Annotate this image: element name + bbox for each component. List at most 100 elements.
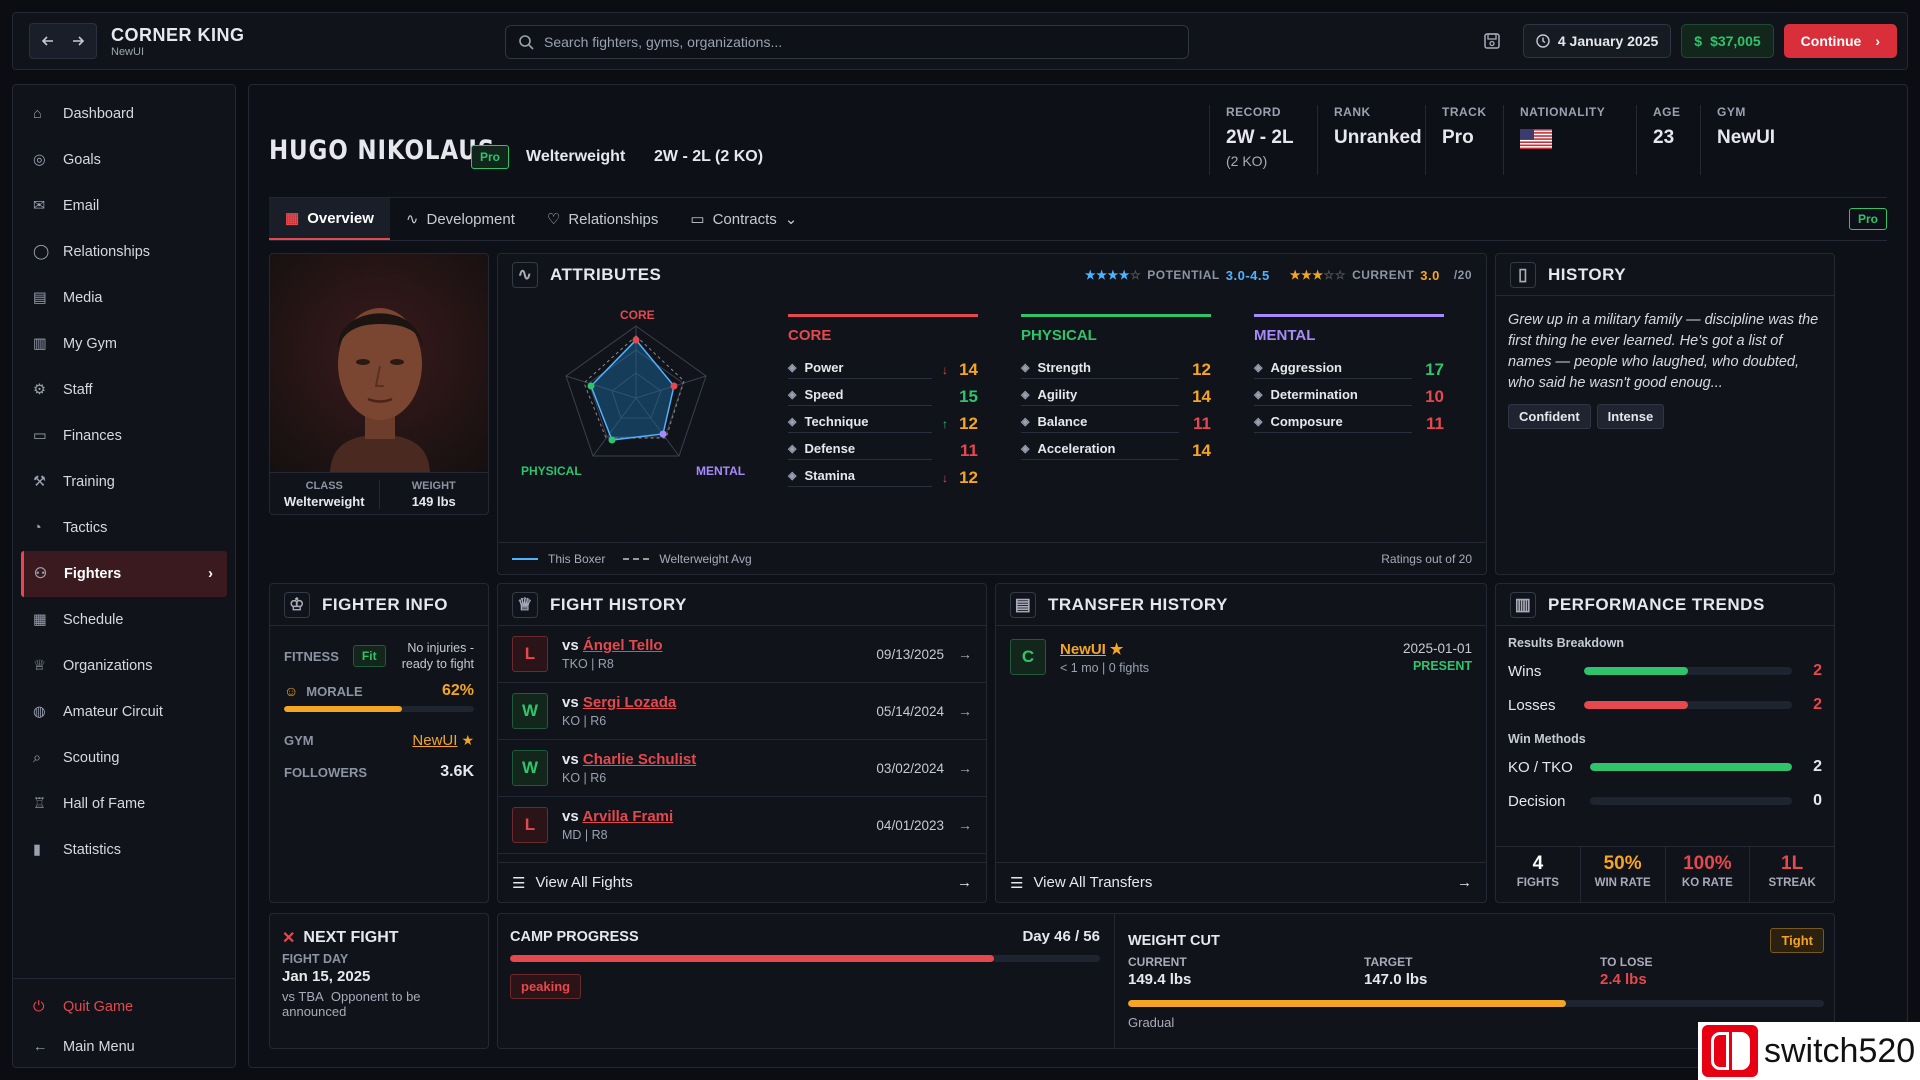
trophy-icon: ♕: [512, 591, 538, 618]
fight-row[interactable]: Wvs Sergi Lozada KO | R6 05/14/2024 →: [498, 683, 986, 740]
opponent-link[interactable]: Arvilla Frami: [582, 808, 673, 825]
quit-game-button[interactable]: ⏻ Quit Game: [13, 987, 235, 1027]
save-icon: [1484, 33, 1500, 49]
chat-icon: ◯: [33, 244, 50, 260]
arrow-left-icon: ←: [33, 1039, 48, 1055]
brand: CORNER KING NewUI: [111, 25, 245, 58]
globe-icon: ◍: [33, 704, 46, 720]
tab-overview[interactable]: ▦ Overview: [269, 198, 390, 240]
sidebar-item-email[interactable]: ✉ Email: [13, 183, 235, 229]
opponent-link[interactable]: Ángel Tello: [583, 637, 663, 654]
pulse-icon: ∿: [512, 262, 538, 288]
tab-contracts[interactable]: ▭ Contracts ⌄: [674, 198, 813, 240]
mail-icon: ✉: [33, 198, 46, 214]
tab-relationships[interactable]: ♡ Relationships: [531, 198, 675, 240]
fighter-info-card: ♔ FIGHTER INFO FITNESS Fit No injuries - …: [269, 583, 489, 903]
fight-row[interactable]: Wvs Charlie Schulist KO | R6 03/02/2024 →: [498, 740, 986, 797]
arrow-right-icon: →: [958, 703, 972, 719]
attribute-row: ◈ Stamina ↓ 12: [788, 464, 978, 491]
save-button[interactable]: [1477, 26, 1507, 56]
sidebar-item-tactics[interactable]: ◔ Tactics: [13, 505, 235, 551]
trend-indicator: ↓: [942, 362, 948, 377]
view-all-transfers-button[interactable]: ☰ View All Transfers →: [996, 862, 1486, 902]
target-weight-label: TARGET: [1364, 955, 1413, 969]
track-label: TRACK: [1442, 105, 1487, 119]
sidebar-item-staff[interactable]: ⚙ Staff: [13, 367, 235, 413]
summary-label: KO RATE: [1681, 877, 1733, 889]
sidebar-item-statistics[interactable]: ▮ Statistics: [13, 827, 235, 873]
fight-row[interactable]: Lvs Arvilla Frami MD | R8 04/01/2023 →: [498, 797, 986, 854]
dumbbell-icon: ⚒: [33, 474, 46, 490]
sidebar-item-dashboard[interactable]: ⌂ Dashboard: [13, 91, 235, 137]
ratings-footnote: Ratings out of 20: [1381, 551, 1472, 566]
sidebar-item-label: Media: [63, 290, 103, 306]
attribute-value: 14: [959, 359, 978, 379]
switch-icon: [1702, 1025, 1758, 1077]
target-icon: ◎: [33, 152, 46, 168]
continue-button[interactable]: Continue ›: [1783, 24, 1897, 58]
class-value: Welterweight: [283, 494, 365, 509]
current-value: 3.0: [1420, 267, 1440, 283]
briefcase-icon: ▭: [690, 211, 705, 228]
transfer-row[interactable]: C NewUI ★ < 1 mo | 0 fights 2025-01-01 PRES…: [996, 626, 1486, 688]
search-icon: [519, 35, 534, 50]
attribute-row: ◈ Aggression 17: [1254, 356, 1444, 383]
losses-value: 2: [1813, 696, 1822, 713]
app-title: CORNER KING: [111, 24, 245, 45]
bar-chart-icon: ▥: [1510, 591, 1536, 618]
chevron-right-icon: ›: [208, 566, 213, 582]
result-badge: L: [512, 636, 548, 672]
date-display[interactable]: 4 January 2025: [1522, 24, 1672, 58]
search-input[interactable]: Search fighters, gyms, organizations...: [505, 25, 1189, 59]
fitness-label: FITNESS: [284, 648, 339, 664]
opponent-link[interactable]: Sergi Lozada: [583, 694, 676, 711]
transfer-gym-link[interactable]: NewUI: [1060, 641, 1106, 658]
star-icon: ★: [1109, 640, 1124, 658]
tab-development[interactable]: ∿ Development: [390, 198, 531, 240]
portrait-card: CLASS Welterweight WEIGHT 149 lbs: [269, 253, 489, 515]
to-lose-value: 2.4 lbs: [1600, 971, 1647, 988]
sidebar-item-finances[interactable]: ▭ Finances: [13, 413, 235, 459]
summary-stat: 1L STREAK: [1749, 847, 1834, 902]
main-menu-button[interactable]: ← Main Menu: [13, 1027, 235, 1067]
rank-label: RANK: [1334, 105, 1371, 119]
view-all-fights-button[interactable]: ☰ View All Fights →: [498, 862, 986, 902]
heart-icon: ♡: [546, 211, 561, 228]
fitness-badge: Fit: [352, 645, 386, 667]
attribute-icon: ◈: [788, 389, 797, 401]
sidebar-item-hall-of-fame[interactable]: ♖ Hall of Fame: [13, 781, 235, 827]
camp-progress: CAMP PROGRESS Day 46 / 56 peaking: [510, 928, 1100, 999]
sidebar-item-label: Fighters: [64, 566, 122, 582]
arrow-right-icon: →: [957, 874, 972, 891]
sidebar-item-fighters[interactable]: ⚇ Fighters ›: [21, 551, 227, 597]
star-icon: ★: [1118, 268, 1130, 282]
fight-row[interactable]: Lvs Ángel Tello TKO | R8 09/13/2025 →: [498, 626, 986, 683]
sidebar-item-relationships[interactable]: ◯ Relationships: [13, 229, 235, 275]
attribute-value: 10: [1425, 386, 1444, 406]
medal-icon: ♔: [284, 591, 310, 618]
age-label: AGE: [1653, 105, 1681, 119]
sidebar-item-scouting[interactable]: ⌕ Scouting: [13, 735, 235, 781]
fight-day-label: FIGHT DAY: [282, 952, 349, 966]
fighter-info-title: FIGHTER INFO: [322, 594, 448, 614]
sidebar-item-goals[interactable]: ◎ Goals: [13, 137, 235, 183]
forward-button[interactable]: [63, 26, 93, 56]
sidebar-item-my-gym[interactable]: ▥ My Gym: [13, 321, 235, 367]
sidebar-item-schedule[interactable]: ▦ Schedule: [13, 597, 235, 643]
sidebar-item-media[interactable]: ▤ Media: [13, 275, 235, 321]
sidebar-item-label: Organizations: [63, 658, 153, 674]
back-button[interactable]: [33, 26, 63, 56]
attribute-icon: ◈: [1254, 389, 1263, 401]
opponent-link[interactable]: Charlie Schulist: [583, 751, 696, 768]
watermark-logo: switch520: [1698, 1022, 1920, 1080]
sidebar-item-amateur-circuit[interactable]: ◍ Amateur Circuit: [13, 689, 235, 735]
camp-title: CAMP PROGRESS: [510, 928, 639, 945]
methods-label: Win Methods: [1508, 732, 1586, 746]
star-icon: ★: [1312, 268, 1324, 282]
sidebar-item-training[interactable]: ⚒ Training: [13, 459, 235, 505]
star-icon: ☆: [1323, 268, 1335, 282]
potential-value: 3.0-4.5: [1225, 267, 1270, 283]
record-value: 2W - 2L: [1226, 127, 1294, 148]
sidebar-item-organizations[interactable]: ♕ Organizations: [13, 643, 235, 689]
gym-link[interactable]: NewUI: [412, 732, 457, 749]
